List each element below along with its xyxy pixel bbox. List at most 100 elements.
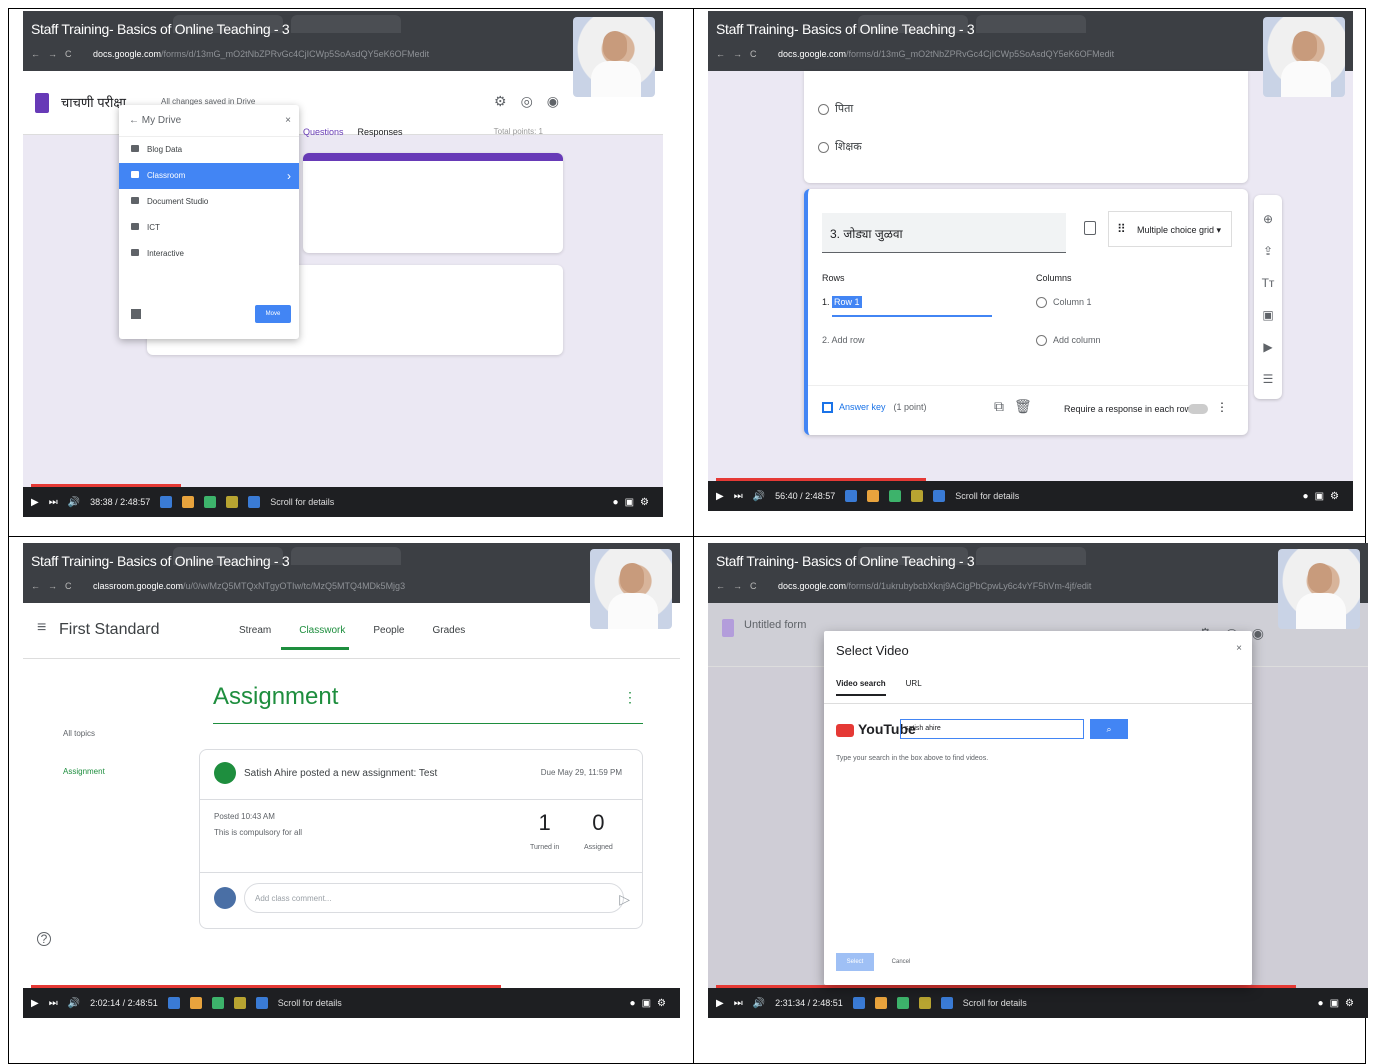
address-bar[interactable]: ←→C docs.google.com/forms/d/13mG_mO2tNbZP…: [716, 45, 1256, 63]
option-label: पिता: [835, 103, 854, 115]
assignment-post-text[interactable]: Satish Ahire posted a new assignment: Te…: [244, 768, 437, 779]
nav-buttons[interactable]: ←→C: [31, 45, 93, 63]
input-underline: [832, 315, 992, 317]
tab-responses[interactable]: Responses: [358, 127, 403, 137]
tab-grades[interactable]: Grades: [433, 625, 466, 636]
require-toggle[interactable]: [1188, 404, 1208, 414]
tab-video-search[interactable]: Video search: [836, 679, 886, 696]
help-icon[interactable]: ?: [37, 932, 51, 946]
tab-classwork[interactable]: Classwork: [299, 625, 345, 636]
section-title: Assignment: [213, 683, 339, 710]
add-row-label: Add row: [831, 335, 865, 345]
drive-location[interactable]: My Drive: [142, 115, 181, 126]
turned-in-stat[interactable]: 1 Turned in: [530, 810, 559, 854]
player-right-controls[interactable]: ●▣⚙: [1303, 491, 1345, 502]
next-icon[interactable]: ⏭: [734, 491, 743, 502]
more-icon[interactable]: ⋮: [1216, 400, 1228, 414]
move-button[interactable]: Move: [255, 305, 291, 323]
form-title[interactable]: Untitled form: [744, 619, 806, 631]
tab-stream[interactable]: Stream: [239, 625, 271, 636]
tab-questions[interactable]: Questions: [303, 127, 344, 137]
browser-tab[interactable]: [291, 547, 401, 565]
play-icon[interactable]: ▶: [716, 491, 724, 502]
search-button[interactable]: ⌕: [1090, 719, 1128, 739]
option-item[interactable]: शिक्षक: [818, 139, 862, 154]
video-time: 2:02:14 / 2:48:51: [90, 998, 158, 1008]
next-icon[interactable]: ⏭: [734, 998, 743, 1009]
class-title[interactable]: First Standard: [59, 621, 159, 639]
volume-icon[interactable]: 🔊: [753, 998, 765, 1009]
nav-buttons[interactable]: ←→C: [31, 577, 93, 595]
add-row[interactable]: 2. Add row: [822, 335, 865, 345]
taskbar-icon: [211, 997, 224, 1009]
form-side-toolbar[interactable]: ⊕ ⇪ Tт ▣ ▶ ☰: [1254, 195, 1282, 399]
folder-item-selected[interactable]: Classroom ›: [119, 163, 299, 189]
close-icon[interactable]: ×: [285, 105, 291, 137]
address-bar[interactable]: ←→C classroom.google.com/u/0/w/MzQ5MTQxNT…: [31, 577, 571, 595]
close-icon[interactable]: ×: [1236, 643, 1242, 654]
video-controls: ▶ ⏭ 🔊 2:31:34 / 2:48:51 Scroll for details…: [708, 988, 1368, 1018]
topic-all[interactable]: All topics: [63, 729, 95, 738]
menu-icon[interactable]: ≡: [37, 619, 46, 637]
total-points: Total points: 1: [493, 127, 543, 136]
select-button[interactable]: Select: [836, 953, 874, 971]
classwork-body: All topics Assignment Assignment ⋮ Satis…: [23, 659, 680, 988]
play-icon[interactable]: ▶: [31, 998, 39, 1009]
column-1[interactable]: Column 1: [1036, 297, 1092, 309]
cancel-button[interactable]: Cancel: [882, 953, 920, 971]
folder-item[interactable]: Interactive: [119, 241, 299, 267]
option-item[interactable]: पिता: [818, 101, 853, 116]
form-toolbar-icons[interactable]: ⚙◎◉: [494, 93, 573, 110]
taskbar-icon: [233, 997, 246, 1009]
folder-label: ICT: [147, 223, 160, 232]
new-folder-icon[interactable]: [131, 309, 141, 319]
column-1-label: Column 1: [1053, 297, 1092, 307]
scroll-hint[interactable]: Scroll for details: [955, 491, 1019, 501]
folder-item[interactable]: Blog Data: [119, 137, 299, 163]
topic-assignment[interactable]: Assignment: [63, 767, 105, 776]
chevron-right-icon[interactable]: ›: [287, 163, 291, 189]
youtube-search-input[interactable]: satish ahire: [900, 719, 1084, 739]
scroll-hint[interactable]: Scroll for details: [963, 998, 1027, 1008]
next-icon[interactable]: ⏭: [49, 497, 58, 508]
play-icon[interactable]: ▶: [716, 998, 724, 1009]
player-right-controls[interactable]: ●▣⚙: [613, 497, 655, 508]
form-title[interactable]: चाचणी परीक्षा: [61, 93, 126, 111]
add-column[interactable]: Add column: [1036, 335, 1101, 347]
player-right-controls[interactable]: ●▣⚙: [630, 998, 672, 1009]
nav-buttons[interactable]: ←→C: [716, 45, 778, 63]
question-footer: Answer key (1 point) ⧉🗑 Require a respons…: [808, 385, 1248, 435]
volume-icon[interactable]: 🔊: [753, 491, 765, 502]
question-title-input[interactable]: 3. जोड्या जुळवा: [822, 213, 1066, 253]
next-icon[interactable]: ⏭: [49, 998, 58, 1009]
volume-icon[interactable]: 🔊: [68, 497, 80, 508]
folder-item[interactable]: Document Studio: [119, 189, 299, 215]
columns-label: Columns: [1036, 273, 1072, 283]
send-icon[interactable]: ▷: [619, 891, 630, 908]
browser-tab[interactable]: [291, 15, 401, 33]
scroll-hint[interactable]: Scroll for details: [278, 998, 342, 1008]
class-comment-input[interactable]: Add class comment...: [244, 883, 624, 913]
tab-people[interactable]: People: [373, 625, 404, 636]
browser-tab[interactable]: [976, 547, 1086, 565]
assignment-card[interactable]: Satish Ahire posted a new assignment: Te…: [199, 749, 643, 929]
folder-item[interactable]: ICT: [119, 215, 299, 241]
play-icon[interactable]: ▶: [31, 497, 39, 508]
player-right-controls[interactable]: ●▣⚙: [1318, 998, 1360, 1009]
tab-url[interactable]: URL: [906, 679, 922, 688]
address-bar[interactable]: ←→C docs.google.com/forms/d/13mG_mO2tNbZP…: [31, 45, 571, 63]
address-bar[interactable]: ←→C docs.google.com/forms/d/1ukrubybcbXkn…: [716, 577, 1256, 595]
image-icon[interactable]: [1084, 221, 1096, 235]
add-column-label: Add column: [1053, 335, 1101, 345]
browser-tab[interactable]: [976, 15, 1086, 33]
nav-buttons[interactable]: ←→C: [716, 577, 778, 595]
answer-key-button[interactable]: Answer key (1 point): [822, 402, 927, 414]
presenter-body: [608, 593, 658, 629]
assigned-stat[interactable]: 0 Assigned: [584, 810, 613, 854]
question-type-select[interactable]: ⠿ Multiple choice grid ▾: [1108, 211, 1232, 247]
duplicate-delete-icons[interactable]: ⧉🗑: [994, 398, 1042, 415]
volume-icon[interactable]: 🔊: [68, 998, 80, 1009]
more-icon[interactable]: ⋮: [623, 689, 637, 706]
row-1-input[interactable]: 1. Row 1: [822, 296, 862, 308]
scroll-hint[interactable]: Scroll for details: [270, 497, 334, 507]
